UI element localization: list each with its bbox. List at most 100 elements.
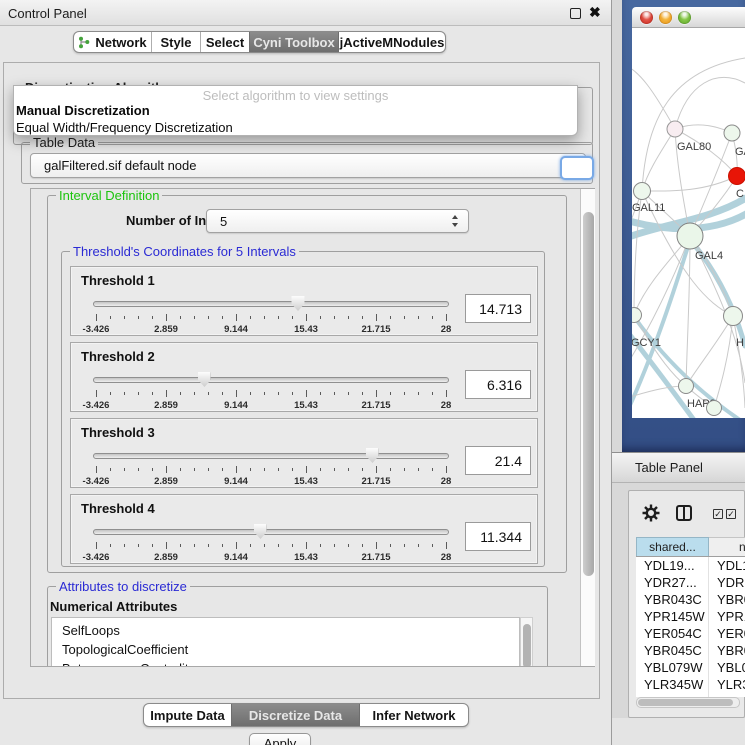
scrollbar-thumb[interactable]	[583, 212, 594, 576]
threshold-value-field[interactable]: 21.4	[465, 446, 531, 475]
node-label: GAL4	[695, 250, 723, 262]
slider-ticks	[93, 390, 449, 398]
network-canvas[interactable]: GAL80GACGAL11GAL4GCY1HHAP2	[632, 28, 745, 418]
tab-label: Impute Data	[150, 708, 224, 723]
network-icon	[78, 36, 90, 49]
table-horizontal-scrollbar[interactable]	[636, 697, 740, 708]
slider-thumb[interactable]	[198, 372, 211, 387]
cyni-mode-tab-bar: Impute Data Discretize Data Infer Networ…	[143, 703, 469, 727]
network-node[interactable]	[632, 308, 642, 323]
table-row[interactable]: YDR27...YDR2	[636, 574, 745, 591]
tab-infer-network[interactable]: Infer Network	[359, 704, 468, 726]
tab-style[interactable]: Style	[151, 32, 200, 52]
attributes-scrollbar[interactable]	[520, 617, 533, 666]
slider-tick-labels: -3.4262.8599.14415.4321.71528	[93, 400, 449, 410]
scrollbar-thumb[interactable]	[523, 624, 531, 666]
stepper-icon	[452, 215, 459, 227]
tab-network[interactable]: Network	[74, 32, 151, 52]
attribute-item[interactable]: BetweennessCentrality	[52, 659, 519, 666]
tab-cyni-toolbox[interactable]: Cyni Toolbox	[249, 32, 338, 52]
numerical-attributes-list[interactable]: SelfLoopsTopologicalCoefficientBetweenne…	[51, 617, 520, 666]
group-title: Attributes to discretize	[56, 579, 190, 594]
tab-label: Infer Network	[372, 708, 455, 723]
checkbox-icon[interactable]: ✓	[726, 509, 736, 519]
table-data-combobox[interactable]: galFiltered.sif default node	[30, 153, 586, 178]
network-node[interactable]	[667, 121, 683, 137]
scrollbar-thumb[interactable]	[638, 699, 733, 706]
table-row[interactable]: YBR043CYBR0	[636, 591, 745, 608]
table-row[interactable]: YPR145WYPR1	[636, 608, 745, 625]
attribute-item[interactable]: SelfLoops	[52, 621, 519, 640]
algorithm-combobox[interactable]	[560, 156, 594, 180]
tab-jactivemnodules[interactable]: jActiveMNodules	[338, 32, 445, 52]
table-row[interactable]: YBL079WYBL0	[636, 659, 745, 676]
group-title: Threshold's Coordinates for 5 Intervals	[70, 244, 299, 259]
node-label: C	[736, 188, 744, 200]
tab-select[interactable]: Select	[200, 32, 249, 52]
column-header-name[interactable]: na	[709, 537, 745, 556]
settings-scrollbar[interactable]	[580, 189, 595, 666]
threshold-value-field[interactable]: 6.316	[465, 370, 531, 399]
network-view-window: GAL80GACGAL11GAL4GCY1HHAP2	[622, 0, 745, 452]
table-row[interactable]: YER054CYER0	[636, 625, 745, 642]
slider-track[interactable]	[93, 529, 449, 535]
threshold-1-slider[interactable]: -3.4262.8599.14415.4321.71528	[93, 297, 449, 335]
network-node[interactable]	[724, 307, 743, 326]
tick-label: 28	[441, 476, 452, 487]
apply-button[interactable]: Apply	[249, 733, 311, 745]
gear-icon[interactable]	[642, 504, 660, 522]
combobox-value: 5	[220, 210, 227, 233]
table-row[interactable]: YLR345WYLR3	[636, 676, 745, 693]
slider-track[interactable]	[93, 301, 449, 307]
table-cell: YBR0	[709, 591, 745, 608]
checkbox-icon[interactable]: ✓	[713, 509, 723, 519]
number-of-intervals-combobox[interactable]: 5	[206, 209, 469, 233]
dropdown-option-manual[interactable]: Manual Discretization	[14, 102, 577, 119]
threshold-label: Threshold 2	[81, 349, 155, 364]
network-node[interactable]	[729, 168, 745, 185]
network-node[interactable]	[634, 183, 651, 200]
tick-label: 2.859	[154, 400, 178, 411]
tick-label: 21.715	[361, 400, 390, 411]
threshold-4-slider[interactable]: -3.4262.8599.14415.4321.71528	[93, 525, 449, 563]
table-row[interactable]: YDL19...YDL1	[636, 557, 745, 574]
column-header-shared-name[interactable]: shared...	[636, 537, 709, 556]
attribute-item[interactable]: TopologicalCoefficient	[52, 640, 519, 659]
tab-impute-data[interactable]: Impute Data	[144, 704, 231, 726]
network-window-titlebar	[632, 7, 745, 28]
columns-icon[interactable]	[676, 505, 692, 521]
threshold-value-field[interactable]: 14.713	[465, 294, 531, 323]
float-window-icon[interactable]	[570, 8, 581, 19]
threshold-3-slider[interactable]: -3.4262.8599.14415.4321.71528	[93, 449, 449, 487]
table-toolbar: ✓ ✓	[629, 491, 744, 535]
cyni-toolbox-panel: Discretization Algorithm Table Data galF…	[3, 62, 600, 699]
close-icon[interactable]: ✖	[589, 4, 601, 21]
table-data-group: Table Data galFiltered.sif default node	[21, 142, 593, 184]
zoom-traffic-light-icon[interactable]	[678, 11, 691, 24]
settings-viewport: Interval Definition Number of Intervals …	[31, 189, 580, 666]
network-node[interactable]	[707, 401, 722, 416]
minimize-traffic-light-icon[interactable]	[659, 11, 672, 24]
network-node[interactable]	[679, 379, 694, 394]
threshold-2-slider[interactable]: -3.4262.8599.14415.4321.71528	[93, 373, 449, 411]
tab-discretize-data[interactable]: Discretize Data	[231, 704, 359, 726]
slider-track[interactable]	[93, 377, 449, 383]
table-row[interactable]: YBR045CYBR0	[636, 642, 745, 659]
tab-label: jActiveMNodules	[340, 35, 445, 50]
slider-thumb[interactable]	[292, 296, 305, 311]
slider-track[interactable]	[93, 453, 449, 459]
threshold-value-field[interactable]: 11.344	[465, 522, 531, 551]
threshold-label: Threshold 4	[81, 501, 155, 516]
table-cell: YLR3	[709, 676, 745, 693]
close-traffic-light-icon[interactable]	[640, 11, 653, 24]
dropdown-option-equal-width[interactable]: Equal Width/Frequency Discretization	[14, 119, 577, 136]
table-cell: YDL1	[709, 557, 745, 574]
network-node[interactable]	[677, 223, 703, 249]
group-title: Interval Definition	[56, 189, 162, 203]
slider-thumb[interactable]	[366, 448, 379, 463]
network-node[interactable]	[724, 125, 740, 141]
slider-thumb[interactable]	[254, 524, 267, 539]
table-cell: YBL079W	[636, 659, 709, 676]
tab-label: Select	[206, 35, 244, 50]
threshold-4-panel: Threshold 4 -3.4262.8599.14415.4321.7152…	[70, 494, 538, 564]
